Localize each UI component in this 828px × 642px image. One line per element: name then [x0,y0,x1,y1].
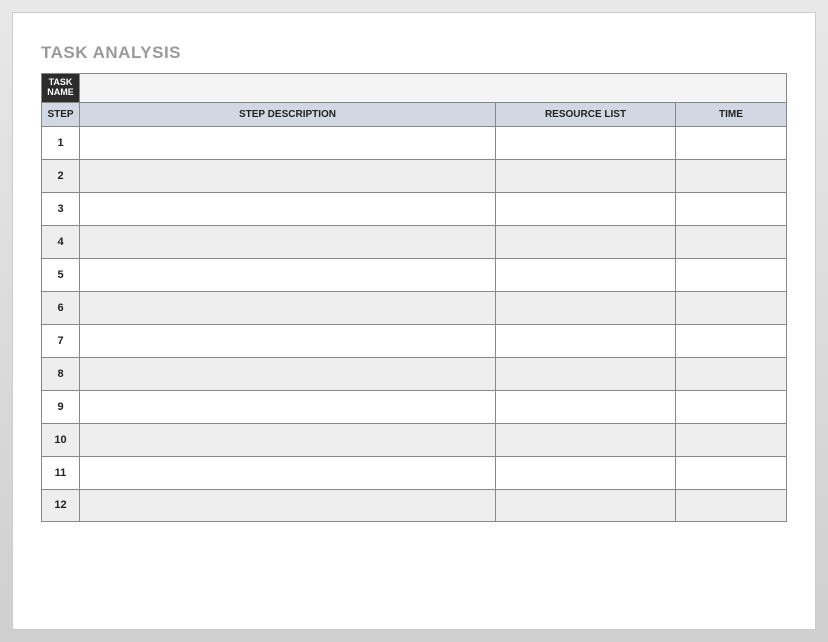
cell-step: 2 [42,160,80,192]
table-row: 8 [41,357,787,390]
cell-step: 7 [42,325,80,357]
cell-description[interactable] [80,127,496,159]
cell-resource[interactable] [496,457,676,489]
task-name-value[interactable] [80,74,786,102]
cell-time[interactable] [676,490,786,521]
cell-time[interactable] [676,259,786,291]
cell-description[interactable] [80,490,496,521]
cell-step: 3 [42,193,80,225]
cell-time[interactable] [676,358,786,390]
cell-description[interactable] [80,226,496,258]
column-header-row: STEP STEP DESCRIPTION RESOURCE LIST TIME [41,102,787,126]
table-row: 7 [41,324,787,357]
table-row: 12 [41,489,787,522]
cell-time[interactable] [676,226,786,258]
cell-step: 9 [42,391,80,423]
cell-step: 12 [42,490,80,521]
col-header-time: TIME [676,103,786,126]
cell-step: 6 [42,292,80,324]
col-header-description: STEP DESCRIPTION [80,103,496,126]
cell-time[interactable] [676,457,786,489]
cell-time[interactable] [676,325,786,357]
cell-resource[interactable] [496,490,676,521]
cell-resource[interactable] [496,127,676,159]
table-row: 10 [41,423,787,456]
cell-description[interactable] [80,259,496,291]
table-row: 6 [41,291,787,324]
cell-description[interactable] [80,424,496,456]
table-row: 9 [41,390,787,423]
table-row: 3 [41,192,787,225]
cell-step: 5 [42,259,80,291]
table-row: 11 [41,456,787,489]
cell-time[interactable] [676,160,786,192]
cell-resource[interactable] [496,226,676,258]
cell-description[interactable] [80,292,496,324]
cell-resource[interactable] [496,193,676,225]
cell-time[interactable] [676,127,786,159]
table-row: 5 [41,258,787,291]
cell-description[interactable] [80,457,496,489]
table-row: 1 [41,126,787,159]
cell-time[interactable] [676,292,786,324]
cell-step: 4 [42,226,80,258]
table-row: 2 [41,159,787,192]
cell-description[interactable] [80,391,496,423]
cell-step: 10 [42,424,80,456]
cell-resource[interactable] [496,358,676,390]
cell-description[interactable] [80,325,496,357]
cell-description[interactable] [80,193,496,225]
cell-description[interactable] [80,160,496,192]
table-row: 4 [41,225,787,258]
table-body: 123456789101112 [41,126,787,522]
cell-step: 11 [42,457,80,489]
cell-time[interactable] [676,391,786,423]
cell-step: 1 [42,127,80,159]
task-name-row: TASKNAME [41,73,787,102]
cell-resource[interactable] [496,160,676,192]
document-page: TASK ANALYSIS TASKNAME STEP STEP DESCRIP… [12,12,816,630]
cell-resource[interactable] [496,391,676,423]
cell-resource[interactable] [496,292,676,324]
col-header-resource: RESOURCE LIST [496,103,676,126]
task-name-header: TASKNAME [42,74,80,102]
col-header-step: STEP [42,103,80,126]
cell-resource[interactable] [496,259,676,291]
cell-step: 8 [42,358,80,390]
page-title: TASK ANALYSIS [41,43,787,63]
cell-time[interactable] [676,424,786,456]
cell-resource[interactable] [496,325,676,357]
cell-description[interactable] [80,358,496,390]
cell-resource[interactable] [496,424,676,456]
cell-time[interactable] [676,193,786,225]
